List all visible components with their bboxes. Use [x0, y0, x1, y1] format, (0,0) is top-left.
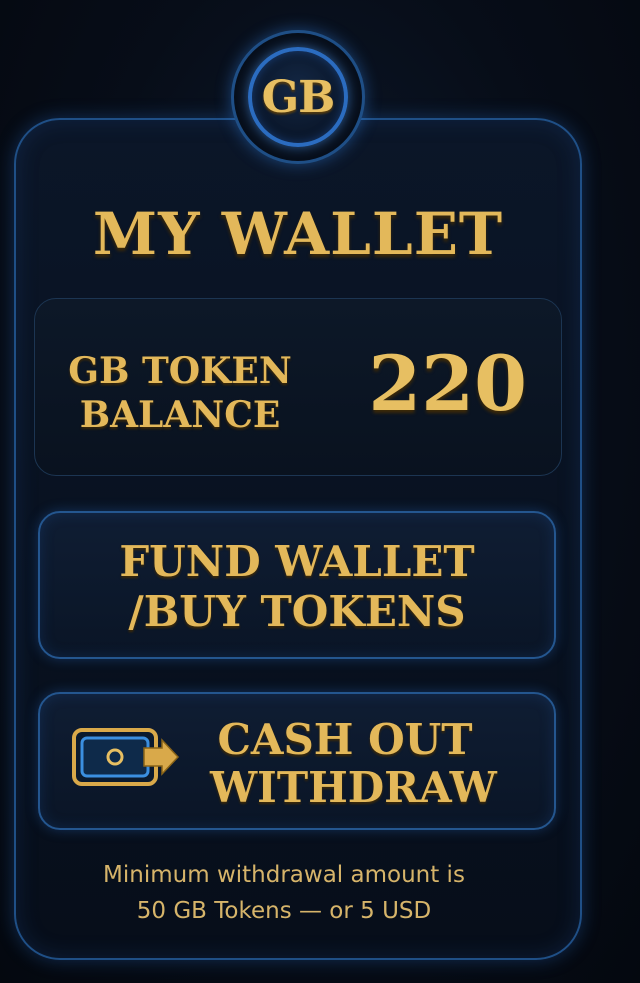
- balance-label: GB TOKEN BALANCE: [65, 349, 295, 437]
- gb-logo: GB: [231, 30, 365, 164]
- wallet-arrow-icon: [72, 728, 180, 786]
- balance-value: 220: [368, 339, 527, 428]
- note-line2: 50 GB Tokens — or 5 USD: [136, 898, 432, 924]
- gb-logo-badge: GB: [248, 47, 348, 147]
- cash-out-label-line2: WITHDRAW: [210, 763, 497, 812]
- balance-label-line1: GB TOKEN: [68, 350, 292, 392]
- note-line1: Minimum withdrawal amount is: [103, 862, 465, 888]
- gb-logo-text: GB: [261, 71, 336, 123]
- fund-wallet-button[interactable]: FUND WALLET /BUY TOKENS: [38, 511, 556, 659]
- fund-wallet-label-line2: /BUY TOKENS: [128, 587, 466, 636]
- page-title: MY WALLET: [92, 200, 504, 268]
- fund-wallet-label-line1: FUND WALLET: [119, 537, 475, 586]
- fund-wallet-label: FUND WALLET /BUY TOKENS: [40, 537, 554, 637]
- token-balance-panel: GB TOKEN BALANCE 220: [34, 298, 562, 476]
- balance-label-line2: BALANCE: [79, 394, 281, 436]
- cash-out-label-line1: CASH OUT: [217, 715, 473, 764]
- withdrawal-minimum-note: Minimum withdrawal amount is 50 GB Token…: [0, 857, 568, 929]
- cash-out-button[interactable]: CASH OUT WITHDRAW: [38, 692, 556, 830]
- cash-out-label: CASH OUT WITHDRAW: [210, 715, 497, 812]
